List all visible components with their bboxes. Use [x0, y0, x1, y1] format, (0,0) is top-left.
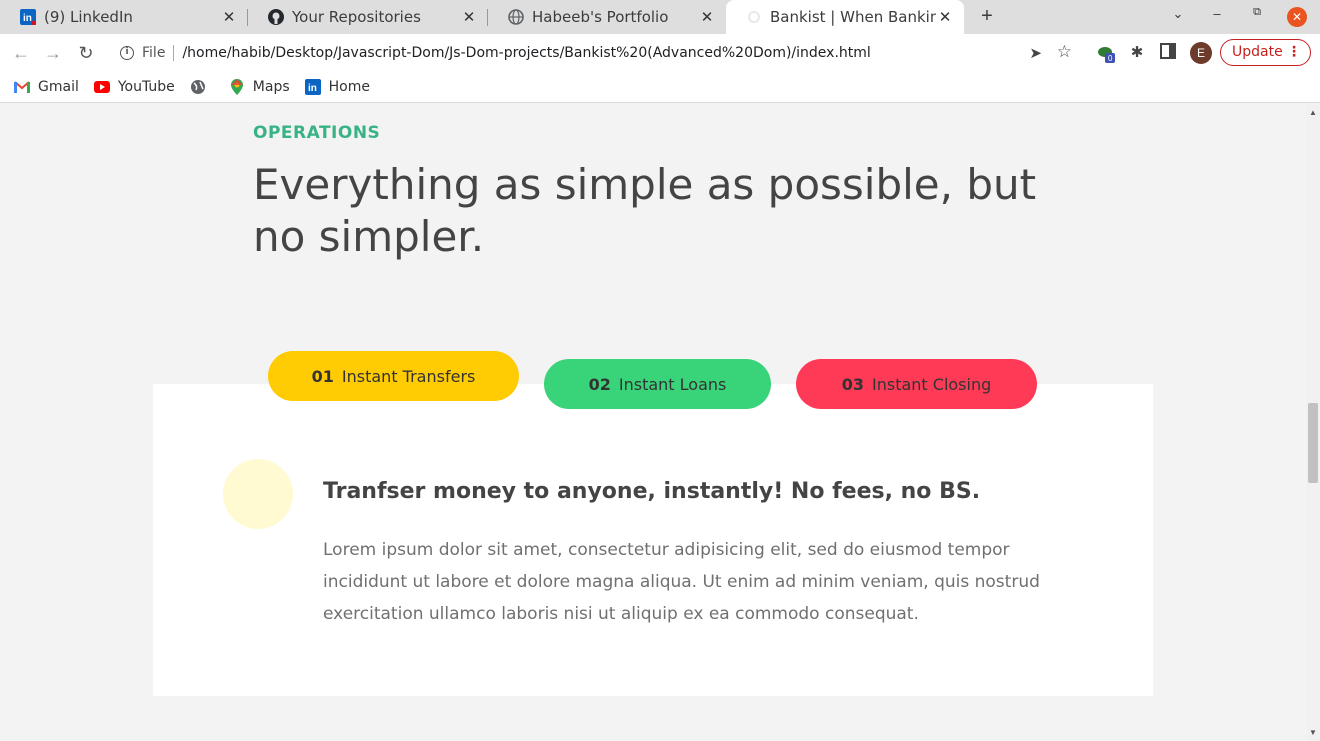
bookmark-star-icon[interactable]: ☆: [1057, 42, 1072, 62]
tab-title: Habeeb's Portfolio: [532, 8, 669, 26]
bookmark-youtube[interactable]: YouTube: [93, 79, 175, 95]
back-arrow-icon[interactable]: ←: [10, 42, 32, 64]
bookmark-home[interactable]: in Home: [304, 79, 370, 95]
linkedin-icon: in: [20, 9, 36, 25]
tab-search-icon[interactable]: ⌄: [1167, 6, 1189, 22]
youtube-icon: [93, 79, 110, 95]
tab-title: (9) LinkedIn: [44, 8, 133, 26]
menu-dots-icon[interactable]: ⋮: [1287, 40, 1301, 65]
tab-strip: in (9) LinkedIn ✕ Your Repositories ✕ Ha…: [0, 0, 1320, 34]
info-icon[interactable]: i: [120, 46, 134, 60]
minimize-button[interactable]: –: [1206, 6, 1228, 21]
close-icon[interactable]: ✕: [460, 8, 478, 26]
tab-title: Your Repositories: [292, 8, 421, 26]
tab-number: 02: [588, 374, 611, 394]
new-tab-button[interactable]: +: [976, 4, 998, 28]
browser-toolbar: ← → ↻ i File /home/habib/Desktop/Javascr…: [0, 34, 1320, 72]
bookmark-label: YouTube: [117, 79, 175, 95]
divider: [173, 45, 175, 61]
close-icon[interactable]: ✕: [698, 8, 716, 26]
maps-icon: [229, 79, 245, 95]
operation-icon: [223, 459, 293, 529]
send-icon[interactable]: ➤: [1029, 44, 1042, 62]
bookmark-maps[interactable]: Maps: [229, 79, 290, 95]
scroll-down-icon[interactable]: ▼: [1309, 728, 1317, 737]
tab-instant-transfers[interactable]: 01 Instant Transfers: [268, 351, 519, 401]
update-button[interactable]: Update ⋮: [1220, 39, 1311, 66]
bookmark-label: Gmail: [38, 79, 79, 95]
tab-instant-loans[interactable]: 02 Instant Loans: [544, 359, 771, 409]
globe-icon: [190, 79, 206, 95]
extension-badge: 0: [1108, 54, 1113, 63]
tab-bankist[interactable]: Bankist | When Banking m ✕: [726, 0, 964, 34]
url-scheme: File: [142, 45, 166, 61]
window-close-button[interactable]: ✕: [1287, 7, 1307, 27]
linkedin-icon: in: [304, 79, 321, 95]
tab-portfolio[interactable]: Habeeb's Portfolio ✕: [488, 0, 726, 34]
operation-text: Lorem ipsum dolor sit amet, consectetur …: [323, 540, 1040, 624]
tab-label: Instant Transfers: [341, 366, 476, 386]
close-icon[interactable]: ✕: [936, 8, 954, 26]
tab-label: Instant Loans: [618, 374, 727, 394]
tab-instant-closing[interactable]: 03 Instant Closing: [796, 359, 1037, 409]
profile-avatar[interactable]: E: [1190, 42, 1212, 64]
update-label: Update: [1232, 44, 1283, 60]
tab-number: 01: [311, 366, 334, 386]
bookmark-gmail[interactable]: Gmail: [14, 79, 79, 95]
tab-linkedin[interactable]: in (9) LinkedIn ✕: [0, 0, 248, 34]
tab-title: Bankist | When Banking m: [770, 8, 936, 26]
gmail-icon: [14, 79, 30, 95]
github-icon: [268, 9, 284, 25]
scroll-up-icon[interactable]: ▲: [1309, 108, 1317, 117]
svg-text:in: in: [308, 83, 317, 94]
address-bar[interactable]: i File /home/habib/Desktop/Javascript-Do…: [108, 38, 1082, 68]
url-text[interactable]: /home/habib/Desktop/Javascript-Dom/Js-Do…: [182, 45, 870, 61]
bankist-icon: [746, 9, 762, 25]
side-panel-icon[interactable]: [1158, 43, 1178, 63]
tab-repositories[interactable]: Your Repositories ✕: [248, 0, 488, 34]
section-label: OPERATIONS: [253, 123, 381, 143]
bookmark-label: Maps: [252, 79, 290, 95]
page-viewport: OPERATIONS Everything as simple as possi…: [0, 104, 1306, 741]
svg-text:in: in: [23, 13, 32, 24]
bookmarks-bar: Gmail YouTube Maps in Home: [0, 72, 1320, 103]
tab-number: 03: [841, 374, 864, 394]
extension-icon[interactable]: 0: [1096, 43, 1116, 63]
extensions-puzzle-icon[interactable]: ✱: [1127, 43, 1147, 63]
bookmark-globe[interactable]: [190, 79, 214, 95]
bookmark-label: Home: [328, 79, 370, 95]
tab-label: Instant Closing: [872, 374, 992, 394]
page-scrollbar[interactable]: ▲ ▼: [1306, 104, 1320, 741]
scrollbar-thumb[interactable]: [1308, 403, 1318, 483]
restore-button[interactable]: ⧉: [1246, 6, 1268, 19]
operation-title: Tranfser money to anyone, instantly! No …: [323, 479, 981, 504]
close-icon[interactable]: ✕: [220, 8, 238, 26]
section-heading: Everything as simple as possible, but no…: [253, 160, 1037, 261]
globe-icon: [508, 9, 524, 25]
forward-arrow-icon[interactable]: →: [42, 42, 64, 64]
reload-icon[interactable]: ↻: [75, 42, 97, 64]
